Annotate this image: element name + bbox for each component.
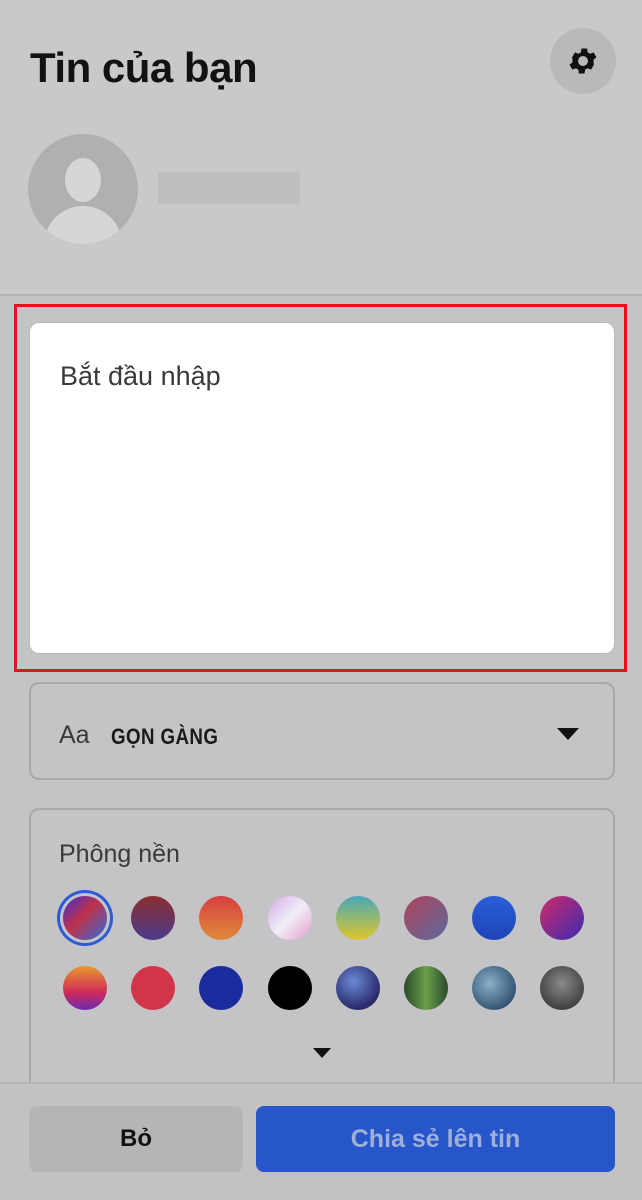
background-swatch[interactable] <box>404 896 448 940</box>
story-text-input[interactable]: Bắt đầu nhập <box>29 322 615 654</box>
background-swatch[interactable] <box>335 896 380 940</box>
header: Tin của bạn <box>0 0 642 296</box>
caret-down-icon <box>557 728 579 740</box>
background-swatch[interactable] <box>199 896 244 940</box>
background-swatch[interactable] <box>335 966 380 1010</box>
default-avatar-icon <box>28 134 138 244</box>
background-label: Phông nền <box>59 840 180 868</box>
background-swatch[interactable] <box>267 966 312 1010</box>
discard-button[interactable]: Bỏ <box>29 1106 243 1172</box>
share-to-story-button[interactable]: Chia sẻ lên tin <box>256 1106 615 1172</box>
expand-backgrounds-icon[interactable] <box>313 1048 331 1058</box>
username-redacted <box>158 172 300 204</box>
background-swatch[interactable] <box>540 966 585 1010</box>
background-swatch[interactable] <box>131 896 176 940</box>
background-picker: Phông nền <box>29 808 615 1108</box>
background-swatch[interactable] <box>267 896 312 940</box>
background-swatch[interactable] <box>540 896 585 940</box>
font-style-dropdown[interactable]: Aa GỌN GÀNG <box>29 682 615 780</box>
font-icon: Aa <box>59 721 90 749</box>
background-swatch[interactable] <box>472 896 517 940</box>
page-title: Tin của bạn <box>30 44 258 91</box>
settings-button[interactable] <box>550 28 616 94</box>
background-swatch[interactable] <box>404 966 448 1010</box>
background-swatch[interactable] <box>472 966 517 1010</box>
background-swatch[interactable] <box>199 966 244 1010</box>
background-swatch[interactable] <box>63 966 107 1010</box>
background-swatch[interactable] <box>131 966 176 1010</box>
background-swatch[interactable] <box>63 896 107 940</box>
selected-font-label: GỌN GÀNG <box>111 724 219 749</box>
story-text-placeholder: Bắt đầu nhập <box>60 361 221 391</box>
gear-icon <box>569 48 597 74</box>
